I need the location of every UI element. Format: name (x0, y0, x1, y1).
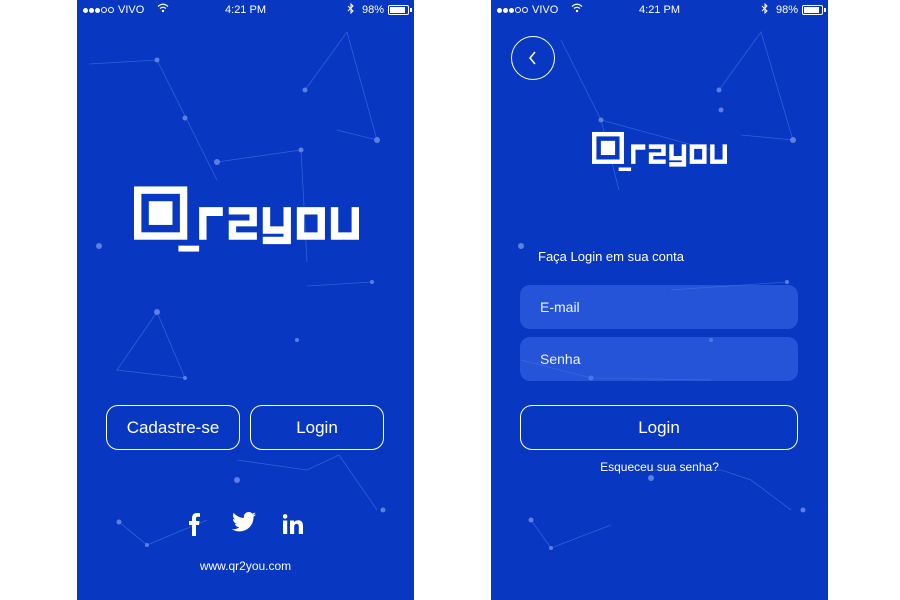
qr2you-logo (592, 131, 727, 172)
qr2you-logo (134, 186, 359, 252)
login-prompt: Faça Login em sua conta (538, 249, 684, 264)
battery-percent: 98% (776, 4, 799, 16)
network-background (77, 0, 414, 600)
facebook-icon[interactable] (188, 512, 200, 536)
status-bar: VIVO 4:21 PM 98% (77, 0, 414, 20)
login-button[interactable]: Login (250, 405, 384, 450)
website-link[interactable]: www.qr2you.com (77, 559, 414, 573)
bluetooth-icon (761, 3, 768, 14)
bluetooth-icon (347, 3, 354, 14)
battery-percent: 98% (362, 4, 385, 16)
password-field[interactable] (520, 337, 798, 381)
signup-button-label: Cadastre-se (126, 417, 220, 437)
twitter-icon[interactable] (232, 512, 256, 532)
battery-icon (388, 5, 412, 15)
status-bar: VIVO 4:21 PM 98% (491, 0, 828, 20)
login-submit-button[interactable]: Login (520, 405, 798, 450)
back-button[interactable] (511, 36, 555, 80)
email-field[interactable] (520, 285, 798, 329)
battery-icon (802, 5, 826, 15)
linkedin-icon[interactable] (283, 514, 303, 534)
forgot-password-link[interactable]: Esqueceu sua senha? (491, 460, 828, 474)
email-input[interactable] (538, 298, 782, 316)
chevron-left-icon (529, 51, 536, 65)
password-input[interactable] (538, 350, 782, 368)
login-screen: VIVO 4:21 PM 98% qr2you Faça Login em su… (491, 0, 828, 600)
signup-button[interactable]: Cadastre-se (106, 405, 240, 450)
login-button-label: Login (296, 417, 338, 437)
login-submit-label: Login (638, 417, 680, 437)
welcome-screen: VIVO 4:21 PM 98% qr2you Cadastre-se Logi… (77, 0, 414, 600)
